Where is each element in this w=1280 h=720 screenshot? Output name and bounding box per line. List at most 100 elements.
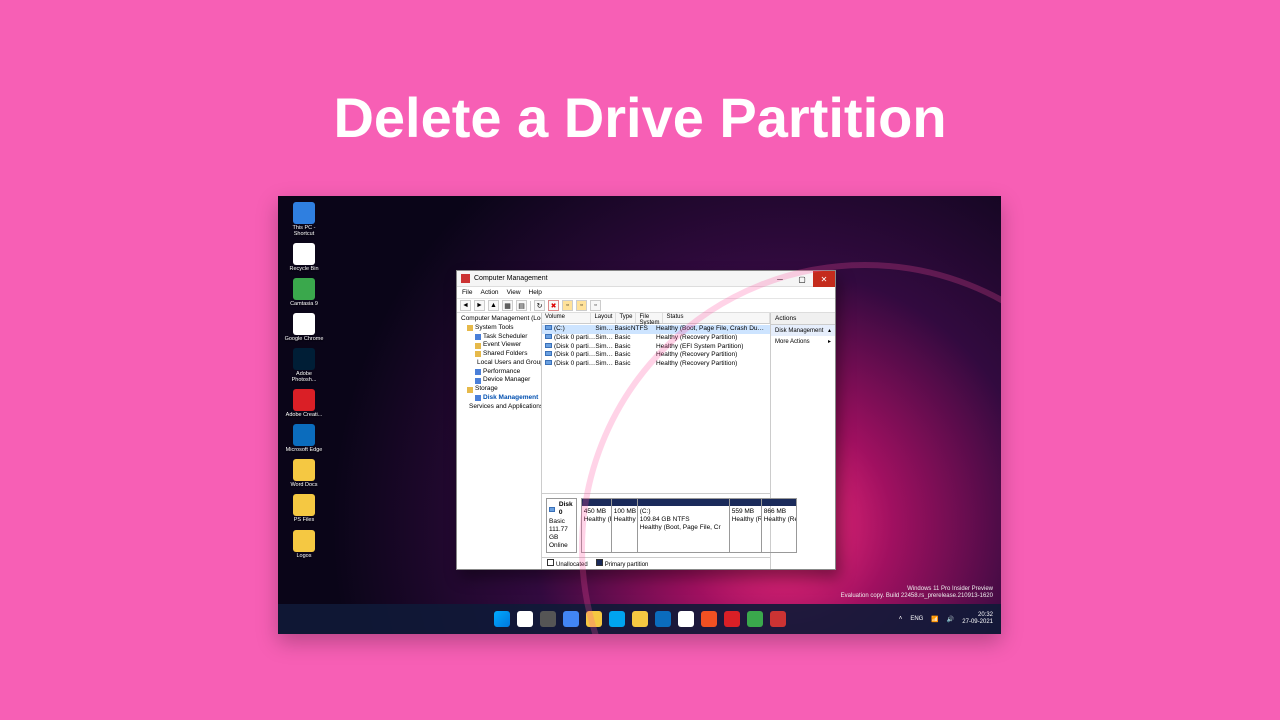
volume-row[interactable]: (C:)SimpleBasicNTFSHealthy (Boot, Page F…	[542, 325, 770, 334]
computer-management-window: Computer Management ─ ▢ ✕ File Action Vi…	[456, 270, 836, 570]
column-header[interactable]: Type	[616, 313, 636, 323]
toolbar: ◄ ► ▲ ▦ ▤ ↻ ✖ ▫ ▫ ▫	[457, 299, 835, 313]
start-button[interactable]	[494, 611, 510, 627]
disk-status: Online	[549, 542, 574, 550]
column-header[interactable]: File System	[636, 313, 663, 323]
tree-item[interactable]: Device Manager	[459, 376, 539, 385]
tool-button2[interactable]: ▫	[576, 300, 587, 311]
disk-graph: Disk 0 Basic 111.77 GB Online 450 MBHeal…	[542, 493, 770, 557]
partition[interactable]: (C:)109.84 GB NTFSHealthy (Boot, Page Fi…	[638, 499, 730, 552]
folder-icon[interactable]	[632, 611, 648, 627]
chevron-up-icon[interactable]: ˄	[899, 616, 903, 622]
desktop-icon[interactable]: Word Docs	[284, 459, 324, 488]
desktop-icon[interactable]: Recycle Bin	[284, 243, 324, 272]
delete-button[interactable]: ✖	[548, 300, 559, 311]
tool-button3[interactable]: ▫	[590, 300, 601, 311]
column-header[interactable]: Layout	[591, 313, 616, 323]
volume-list: (C:)SimpleBasicNTFSHealthy (Boot, Page F…	[542, 324, 770, 370]
chevron-right-icon: ▸	[828, 338, 831, 345]
file-explorer-icon[interactable]	[586, 611, 602, 627]
legend-unallocated: Unallocated	[556, 562, 588, 568]
task-view-icon[interactable]	[540, 611, 556, 627]
titlebar[interactable]: Computer Management ─ ▢ ✕	[457, 271, 835, 287]
refresh-button[interactable]: ↻	[534, 300, 545, 311]
main-pane: VolumeLayoutTypeFile SystemStatus (C:)Si…	[542, 313, 771, 569]
volume-row[interactable]: (Disk 0 partition 5)SimpleBasicHealthy (…	[542, 351, 770, 360]
tree-item[interactable]: Event Viewer	[459, 341, 539, 350]
column-header[interactable]: Status	[663, 313, 770, 323]
menu-action[interactable]: Action	[480, 289, 498, 296]
desktop-screenshot: This PC - Shortcut Recycle Bin Camtasia 9 G…	[278, 196, 1001, 634]
partitions: 450 MBHealthy (Rec100 MBHealthy ((C:)109…	[581, 498, 797, 553]
disk-info[interactable]: Disk 0 Basic 111.77 GB Online	[546, 498, 577, 553]
edge-icon[interactable]	[655, 611, 671, 627]
taskbar-tray[interactable]: ˄ ENG 📶 🔊 20:32 27-09-2021	[899, 612, 993, 625]
tree-item[interactable]: Performance	[459, 368, 539, 377]
nav-tree: Computer Management (LocalSystem ToolsTa…	[457, 313, 542, 569]
tool-button[interactable]: ▫	[562, 300, 573, 311]
window-title: Computer Management	[474, 275, 548, 282]
volume-row[interactable]: (Disk 0 partition 1)SimpleBasicHealthy (…	[542, 334, 770, 343]
tree-item[interactable]: Shared Folders	[459, 350, 539, 359]
desktop-icon[interactable]: Microsoft Edge	[284, 424, 324, 453]
computer-management-icon[interactable]	[770, 611, 786, 627]
widgets-icon[interactable]	[563, 611, 579, 627]
search-icon[interactable]	[517, 611, 533, 627]
volume-row[interactable]: (Disk 0 partition 2)SimpleBasicHealthy (…	[542, 343, 770, 352]
desktop-icon[interactable]: Logos	[284, 530, 324, 559]
actions-more[interactable]: More Actions▸	[771, 336, 835, 347]
desktop-icon[interactable]: Google Chrome	[284, 313, 324, 342]
desktop-icon[interactable]: Camtasia 9	[284, 278, 324, 307]
actions-pane: Actions Disk Management▴ More Actions▸	[771, 313, 835, 569]
tree-item[interactable]: Computer Management (Local	[459, 315, 539, 324]
volume-icon[interactable]: 🔊	[947, 616, 954, 623]
desktop-icon[interactable]: Adobe Creati...	[284, 389, 324, 418]
maximize-button[interactable]: ▢	[791, 271, 813, 287]
tree-item[interactable]: Task Scheduler	[459, 333, 539, 342]
legend-primary: Primary partition	[605, 562, 649, 568]
menubar: File Action View Help	[457, 287, 835, 299]
camtasia-icon[interactable]	[747, 611, 763, 627]
menu-view[interactable]: View	[507, 289, 521, 296]
disk-type: Basic	[549, 518, 574, 526]
partition[interactable]: 559 MBHealthy (Reco	[730, 499, 762, 552]
app-icon-2[interactable]	[724, 611, 740, 627]
back-button[interactable]: ◄	[460, 300, 471, 311]
language-indicator[interactable]: ENG	[910, 616, 923, 622]
tree-item[interactable]: Local Users and Groups	[459, 359, 539, 368]
page-title: Delete a Drive Partition	[0, 0, 1280, 150]
actions-disk-management[interactable]: Disk Management▴	[771, 325, 835, 336]
chrome-taskbar-icon[interactable]	[678, 611, 694, 627]
store-icon[interactable]	[609, 611, 625, 627]
forward-button[interactable]: ►	[474, 300, 485, 311]
desktop-icon[interactable]: Adobe Photosh...	[284, 348, 324, 383]
minimize-button[interactable]: ─	[769, 271, 791, 287]
legend-primary-swatch	[596, 559, 603, 566]
clock[interactable]: 20:32 27-09-2021	[962, 612, 993, 625]
views-button[interactable]: ▦	[502, 300, 513, 311]
tree-item[interactable]: Services and Applications	[459, 403, 539, 412]
tree-item[interactable]: Disk Management	[459, 394, 539, 403]
desktop-icon[interactable]: PS Files	[284, 494, 324, 523]
disk-name: Disk 0	[559, 501, 574, 517]
column-header[interactable]: Volume	[542, 313, 591, 323]
partition[interactable]: 100 MBHealthy (	[612, 499, 638, 552]
partition[interactable]: 866 MBHealthy (Reco	[762, 499, 796, 552]
app-icon-1[interactable]	[701, 611, 717, 627]
tree-item[interactable]: System Tools	[459, 324, 539, 333]
actions-header: Actions	[771, 313, 835, 325]
legend-unallocated-swatch	[547, 559, 554, 566]
desktop-icons: This PC - Shortcut Recycle Bin Camtasia 9 G…	[284, 202, 324, 559]
legend: Unallocated Primary partition	[542, 557, 770, 569]
menu-file[interactable]: File	[462, 289, 472, 296]
up-button[interactable]: ▲	[488, 300, 499, 311]
taskbar-center	[494, 611, 786, 627]
close-button[interactable]: ✕	[813, 271, 835, 287]
wifi-icon[interactable]: 📶	[931, 616, 938, 623]
tree-item[interactable]: Storage	[459, 385, 539, 394]
desktop-icon[interactable]: This PC - Shortcut	[284, 202, 324, 237]
menu-help[interactable]: Help	[529, 289, 542, 296]
properties-button[interactable]: ▤	[516, 300, 527, 311]
partition[interactable]: 450 MBHealthy (Rec	[582, 499, 612, 552]
volume-row[interactable]: (Disk 0 partition 6)SimpleBasicHealthy (…	[542, 360, 770, 369]
